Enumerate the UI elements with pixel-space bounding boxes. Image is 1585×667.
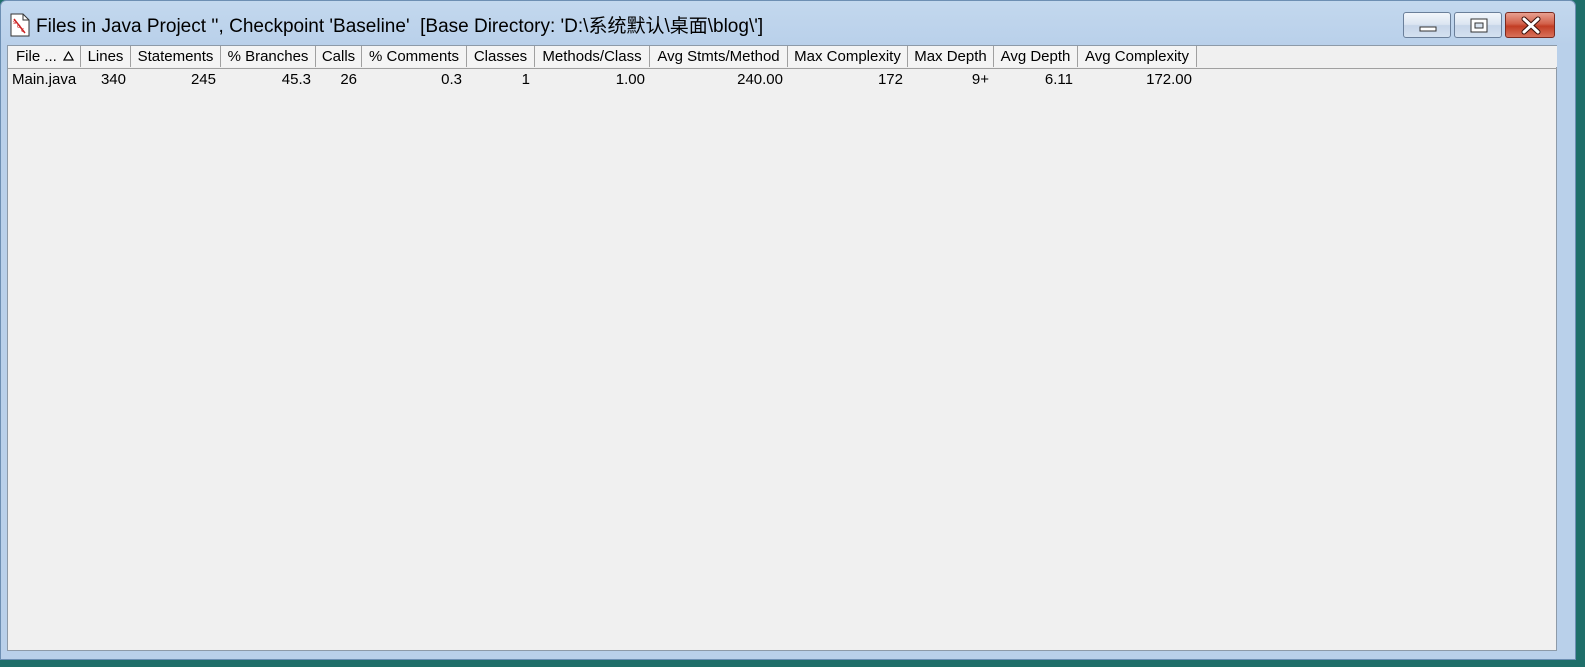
cell-statements: 245: [190, 71, 216, 88]
column-header-max-complexity[interactable]: Max Complexity: [788, 46, 908, 67]
column-header-classes[interactable]: Classes: [467, 46, 535, 67]
minimize-button[interactable]: [1403, 12, 1451, 38]
table-header: File ... Lines Statements % Branches Cal…: [8, 46, 1557, 69]
title-bar[interactable]: s o c Files in Java Project '', Checkpoi…: [1, 1, 1575, 45]
cell-branches: 45.3: [281, 71, 311, 88]
column-header-lines[interactable]: Lines: [81, 46, 131, 67]
cell-file: Main.java: [12, 71, 77, 88]
cell-avg-stmts-method: 240.00: [737, 71, 783, 88]
column-header-label: % Branches: [227, 48, 309, 65]
column-header-label: % Comments: [368, 48, 460, 65]
column-header-label: Avg Stmts/Method: [657, 48, 780, 65]
column-header-file[interactable]: File ...: [8, 46, 81, 67]
column-header-comments[interactable]: % Comments: [362, 46, 467, 67]
column-header-calls[interactable]: Calls: [316, 46, 362, 67]
column-header-branches[interactable]: % Branches: [221, 46, 316, 67]
svg-text:c: c: [21, 27, 24, 34]
cell-comments: 0.3: [441, 71, 462, 88]
file-metrics-table: File ... Lines Statements % Branches Cal…: [7, 45, 1557, 651]
close-button[interactable]: [1505, 12, 1555, 38]
column-header-label: Avg Complexity: [1085, 48, 1189, 65]
cell-calls: 26: [340, 71, 357, 88]
window-title: Files in Java Project '', Checkpoint 'Ba…: [36, 16, 764, 37]
column-header-label: Calls: [321, 48, 356, 65]
column-header-label: Max Depth: [914, 48, 987, 65]
cell-max-complexity: 172: [877, 71, 903, 88]
column-header-max-depth[interactable]: Max Depth: [908, 46, 994, 67]
app-window: s o c Files in Java Project '', Checkpoi…: [0, 0, 1576, 660]
svg-text:s: s: [13, 19, 16, 26]
table-row[interactable]: Main.java 340 245 45.3 26 0.3 1 1.00 240…: [8, 69, 1197, 91]
file-icon: s o c: [10, 13, 30, 37]
column-header-methods-per-class[interactable]: Methods/Class: [535, 46, 650, 67]
column-header-label: Statements: [137, 48, 214, 65]
cell-avg-depth: 6.11: [1044, 71, 1073, 88]
header-empty-space: [1197, 46, 1557, 67]
cell-classes: 1: [521, 71, 530, 88]
column-header-label: Methods/Class: [542, 48, 642, 65]
column-header-avg-stmts-method[interactable]: Avg Stmts/Method: [650, 46, 788, 67]
sort-ascending-icon: [63, 51, 74, 61]
close-icon: [1521, 16, 1541, 35]
cell-max-depth: 9+: [971, 71, 989, 88]
restore-icon: [1470, 18, 1488, 33]
cell-lines: 340: [100, 71, 126, 88]
cell-avg-complexity: 172.00: [1146, 71, 1192, 88]
column-header-label: Max Complexity: [794, 48, 901, 65]
column-header-label: Lines: [87, 48, 124, 65]
cell-methods-per-class: 1.00: [615, 71, 645, 88]
column-header-label: Classes: [473, 48, 528, 65]
column-header-label: Avg Depth: [1000, 48, 1071, 65]
column-header-avg-depth[interactable]: Avg Depth: [994, 46, 1078, 67]
column-header-statements[interactable]: Statements: [131, 46, 221, 67]
maximize-button[interactable]: [1454, 12, 1502, 38]
minimize-icon: [1419, 26, 1437, 32]
column-header-avg-complexity[interactable]: Avg Complexity: [1078, 46, 1197, 67]
column-header-label: File ...: [16, 48, 57, 65]
